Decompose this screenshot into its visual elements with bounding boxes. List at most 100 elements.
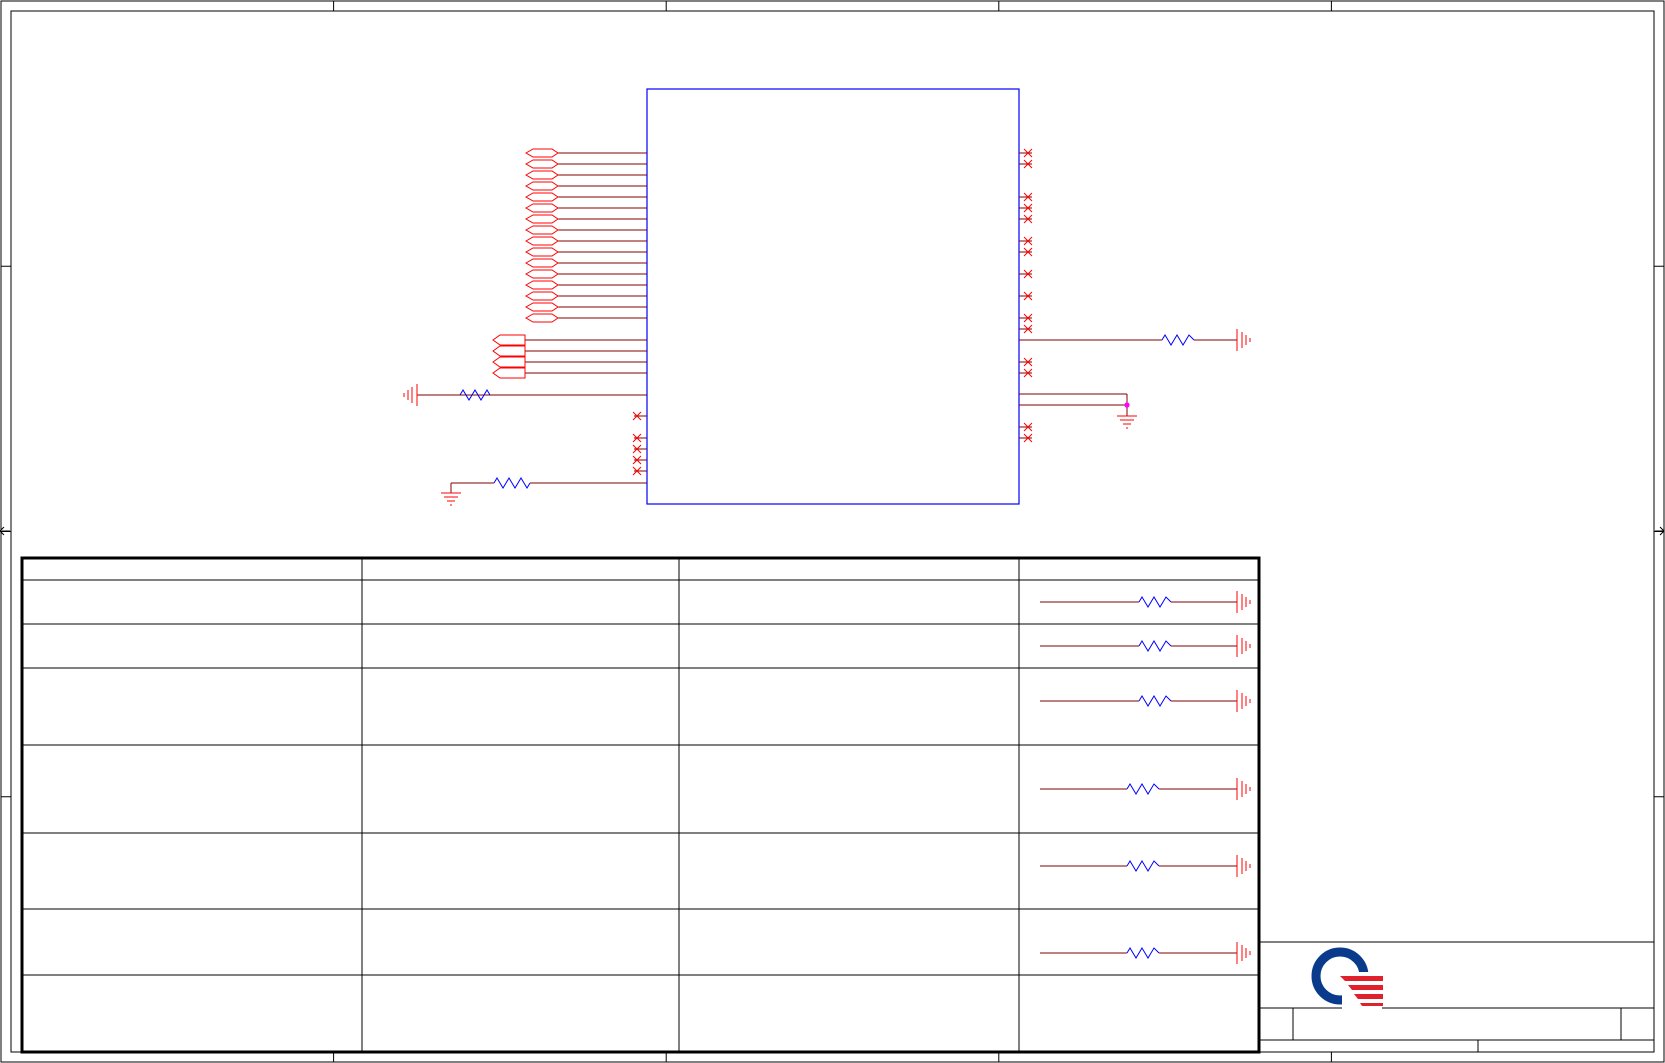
left-signal-pin[interactable] — [524, 225, 647, 235]
resistor-icon — [493, 477, 531, 489]
table-row[interactable] — [1040, 591, 1251, 613]
schematic-sheet — [0, 0, 1665, 1063]
offpage-connector-icon — [524, 280, 559, 290]
offpage-connector-icon — [524, 181, 559, 191]
left-signal-pin[interactable] — [524, 159, 647, 169]
left-signal-pin[interactable] — [524, 214, 647, 224]
resistor-icon — [1138, 596, 1172, 608]
offpage-connector-icon — [524, 269, 559, 279]
chassis-ground-icon — [1236, 591, 1251, 613]
table-row[interactable] — [1040, 855, 1251, 877]
left-signal-pin[interactable] — [524, 258, 647, 268]
offpage-connector-icon — [524, 170, 559, 180]
left-signal-pin[interactable] — [524, 236, 647, 246]
right-nc-pin[interactable] — [1019, 313, 1033, 323]
resistor-icon — [1138, 640, 1172, 652]
left-nc-pin[interactable] — [632, 455, 647, 465]
chassis-ground-icon — [1236, 690, 1251, 712]
ground-icon — [1117, 415, 1137, 429]
resistor-icon — [1126, 860, 1160, 872]
chassis-ground-icon — [1236, 778, 1251, 800]
right-nc-pin[interactable] — [1019, 203, 1033, 213]
chassis-ground-icon — [1236, 855, 1251, 877]
table-row[interactable] — [1040, 778, 1251, 800]
right-nc-pin[interactable] — [1019, 269, 1033, 279]
offpage-connector-icon — [524, 258, 559, 268]
table-row[interactable] — [1040, 942, 1251, 964]
resistor-icon — [1126, 783, 1160, 795]
left-nc-pin[interactable] — [632, 433, 647, 443]
table-row[interactable] — [1040, 690, 1251, 712]
config-table-border — [20, 556, 1261, 1054]
left-pulldown-net[interactable] — [403, 384, 647, 406]
left-signal-pin[interactable] — [524, 192, 647, 202]
right-nc-pin[interactable] — [1019, 324, 1033, 334]
resistor-icon — [1161, 334, 1195, 346]
main-ic-body[interactable] — [646, 88, 1020, 505]
right-ground-net[interactable] — [1019, 393, 1137, 429]
offpage-connector-icon — [524, 225, 559, 235]
offpage-connector-icon — [524, 192, 559, 202]
right-nc-pin[interactable] — [1019, 422, 1033, 432]
resistor-icon — [1126, 947, 1160, 959]
offpage-connector-icon — [524, 236, 559, 246]
offpage-connector-icon — [524, 302, 559, 312]
right-nc-pin[interactable] — [1019, 368, 1033, 378]
chassis-ground-icon — [1236, 329, 1251, 351]
right-nc-pin[interactable] — [1019, 192, 1033, 202]
sheet-border-inner — [10, 10, 1655, 1053]
left-port-pins — [492, 334, 647, 379]
sheet-border-outer — [0, 0, 1665, 1063]
left-port-pin[interactable] — [492, 334, 647, 346]
chassis-ground-icon — [1236, 942, 1251, 964]
config-table — [20, 556, 1261, 1054]
offpage-connector-icon — [524, 159, 559, 169]
left-nc-pin[interactable] — [632, 411, 647, 421]
resistor-icon — [1138, 695, 1172, 707]
left-signal-pin[interactable] — [524, 302, 647, 312]
right-nc-pin[interactable] — [1019, 433, 1033, 443]
chassis-ground-icon — [1236, 635, 1251, 657]
left-port-pin[interactable] — [492, 345, 647, 357]
port-connector-icon — [492, 345, 526, 357]
left-nc-pins — [632, 411, 647, 476]
left-signal-pin[interactable] — [524, 291, 647, 301]
table-row[interactable] — [1040, 635, 1251, 657]
left-signal-pin[interactable] — [524, 280, 647, 290]
left-signal-pin[interactable] — [524, 203, 647, 213]
offpage-connector-icon — [524, 214, 559, 224]
right-nc-pin[interactable] — [1019, 236, 1033, 246]
right-edge-arrow-icon — [1655, 526, 1665, 536]
left-signal-pin[interactable] — [524, 269, 647, 279]
port-connector-icon — [492, 367, 526, 379]
right-nc-pin[interactable] — [1019, 214, 1033, 224]
lower-left-resistor-net[interactable] — [441, 477, 647, 506]
right-nc-pin[interactable] — [1019, 247, 1033, 257]
left-nc-pin[interactable] — [632, 466, 647, 476]
ground-icon — [441, 492, 461, 506]
right-nc-pin[interactable] — [1019, 357, 1033, 367]
left-port-pin[interactable] — [492, 367, 647, 379]
left-signal-pin[interactable] — [524, 170, 647, 180]
right-resistor-net[interactable] — [1019, 329, 1251, 351]
offpage-connector-icon — [524, 203, 559, 213]
title-block — [1258, 941, 1655, 1053]
left-signal-pin[interactable] — [524, 247, 647, 257]
offpage-connector-icon — [524, 291, 559, 301]
left-signal-pin[interactable] — [524, 148, 647, 158]
junction-dot — [1124, 402, 1130, 408]
company-logo-icon — [1311, 947, 1383, 1012]
right-nc-pin[interactable] — [1019, 291, 1033, 301]
offpage-connector-icon — [524, 313, 559, 323]
right-nc-pins — [1019, 148, 1033, 443]
offpage-connector-icon — [524, 247, 559, 257]
offpage-connector-icon — [524, 148, 559, 158]
right-nc-pin[interactable] — [1019, 159, 1033, 169]
left-signal-pin[interactable] — [524, 181, 647, 191]
left-port-pin[interactable] — [492, 356, 647, 368]
zone-ticks — [1, 1, 1664, 1062]
left-nc-pin[interactable] — [632, 444, 647, 454]
port-connector-icon — [492, 334, 526, 346]
right-nc-pin[interactable] — [1019, 148, 1033, 158]
left-signal-pin[interactable] — [524, 313, 647, 323]
